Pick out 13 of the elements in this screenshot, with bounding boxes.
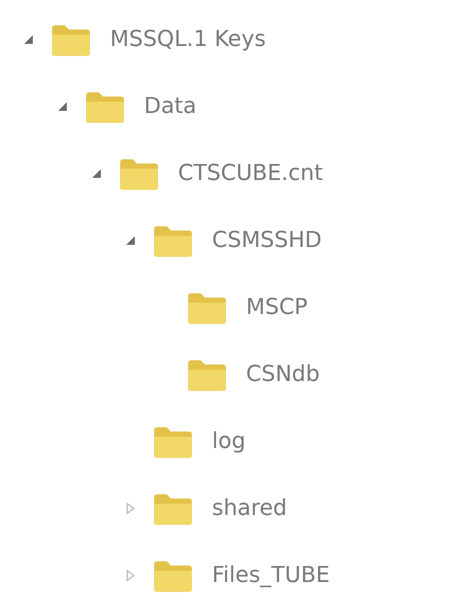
expanded-arrow-icon[interactable] (22, 33, 35, 46)
folder-name[interactable]: MSSQL.1 Keys (110, 27, 266, 52)
folder-name[interactable]: Data (144, 94, 197, 119)
expanded-arrow-icon[interactable] (90, 167, 103, 180)
folder-name[interactable]: CTSCUBE.cnt (178, 161, 323, 186)
folder-name[interactable]: CSMSSHD (212, 228, 322, 253)
folder-name[interactable]: log (212, 429, 246, 454)
folder-name[interactable]: CSNdb (246, 362, 320, 387)
folder-name[interactable]: MSCP (246, 295, 308, 320)
folder-name[interactable]: Files_TUBE (212, 563, 330, 588)
expanded-arrow-icon[interactable] (124, 234, 137, 247)
expanded-arrow-icon[interactable] (56, 100, 69, 113)
folder-name[interactable]: shared (212, 496, 287, 521)
